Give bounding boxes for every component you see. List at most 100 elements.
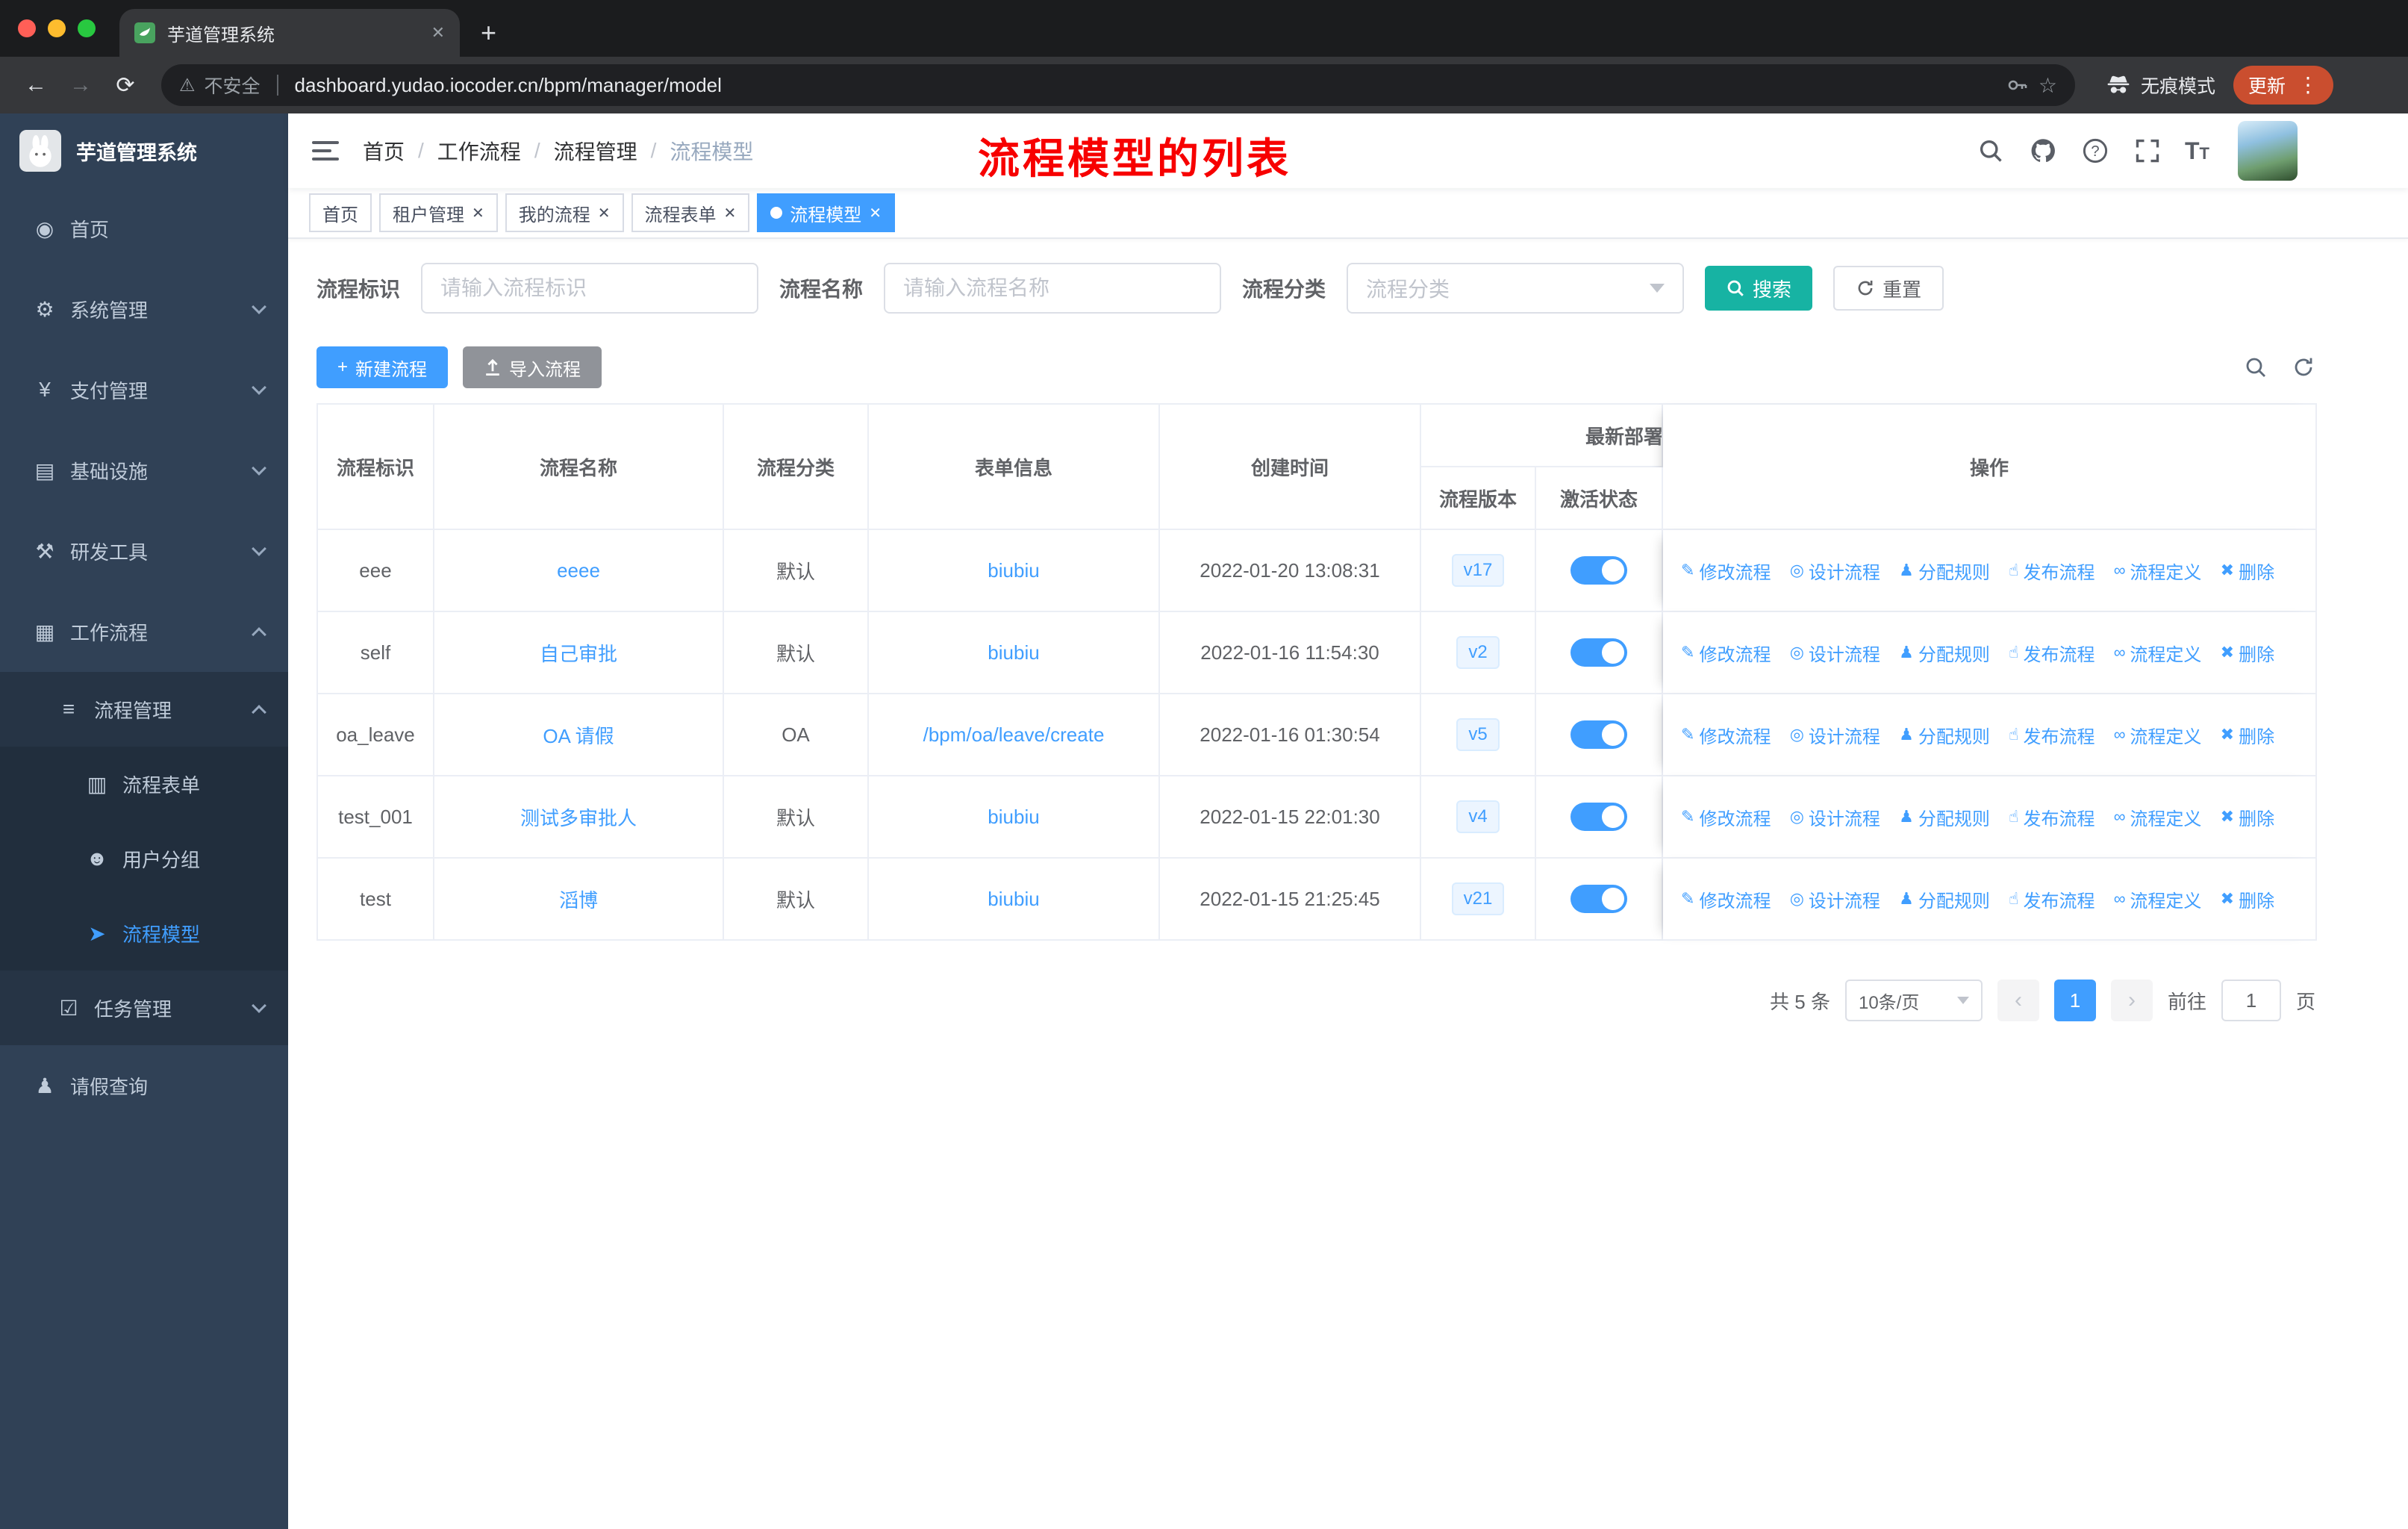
status-toggle[interactable]: [1570, 720, 1627, 749]
help-icon[interactable]: ?: [2080, 136, 2110, 166]
sidebar-item-leave-query[interactable]: ♟ 请假查询: [0, 1045, 288, 1126]
modify-process-link[interactable]: ✎ 修改流程: [1681, 558, 1771, 584]
process-name-input[interactable]: [884, 263, 1222, 314]
prev-page-button[interactable]: ‹: [1997, 980, 2039, 1021]
browser-menu-icon[interactable]: ⋮: [2298, 75, 2318, 96]
sidebar-item-workflow[interactable]: ▦ 工作流程: [0, 591, 288, 672]
close-icon[interactable]: ✕: [472, 204, 484, 222]
form-info-link[interactable]: biubiu: [988, 806, 1039, 828]
github-icon[interactable]: [2028, 136, 2058, 166]
process-name-link[interactable]: 自己审批: [540, 643, 617, 665]
publish-process-link[interactable]: ☝ 发布流程: [2009, 558, 2094, 584]
assign-rule-link[interactable]: ♟ 分配规则: [1899, 558, 1990, 584]
form-info-link[interactable]: biubiu: [988, 559, 1039, 582]
sidebar-item-system-management[interactable]: ⚙ 系统管理: [0, 269, 288, 349]
sidebar-item-process-form[interactable]: ▥ 流程表单: [0, 747, 288, 821]
window-minimize-button[interactable]: [48, 19, 66, 37]
sidebar-item-payment-management[interactable]: ¥ 支付管理: [0, 349, 288, 430]
tag-tenant-management[interactable]: 租户管理 ✕: [379, 193, 498, 232]
form-info-link[interactable]: /bpm/oa/leave/create: [923, 723, 1105, 746]
update-button[interactable]: 更新 ⋮: [2233, 66, 2333, 105]
category-select[interactable]: 流程分类: [1347, 263, 1685, 314]
close-icon[interactable]: ✕: [598, 204, 611, 222]
process-name-link[interactable]: OA 请假: [543, 725, 614, 747]
search-button[interactable]: 搜索: [1705, 266, 1813, 311]
delete-link[interactable]: ✖ 删除: [2221, 640, 2274, 666]
bookmark-star-icon[interactable]: ☆: [2039, 73, 2057, 98]
sidebar-item-home[interactable]: ◉ 首页: [0, 188, 288, 269]
publish-process-link[interactable]: ☝ 发布流程: [2009, 722, 2094, 748]
delete-link[interactable]: ✖ 删除: [2221, 558, 2274, 584]
reload-button[interactable]: ⟳: [105, 64, 146, 106]
new-tab-button[interactable]: +: [481, 19, 496, 46]
avatar[interactable]: [2238, 121, 2298, 181]
sidebar-item-process-management[interactable]: ≡ 流程管理: [0, 672, 288, 747]
breadcrumb-home[interactable]: 首页: [363, 136, 405, 166]
modify-process-link[interactable]: ✎ 修改流程: [1681, 722, 1771, 748]
process-name-link[interactable]: 滔博: [559, 889, 598, 912]
tag-my-process[interactable]: 我的流程 ✕: [505, 193, 624, 232]
form-info-link[interactable]: biubiu: [988, 888, 1039, 910]
back-button[interactable]: ←: [15, 64, 57, 106]
modify-process-link[interactable]: ✎ 修改流程: [1681, 640, 1771, 666]
publish-process-link[interactable]: ☝ 发布流程: [2009, 804, 2094, 830]
design-process-link[interactable]: ◎ 设计流程: [1790, 804, 1880, 830]
sidebar-item-user-group[interactable]: ☻ 用户分组: [0, 821, 288, 896]
import-process-button[interactable]: 导入流程: [463, 346, 602, 388]
delete-link[interactable]: ✖ 删除: [2221, 886, 2274, 912]
window-zoom-button[interactable]: [78, 19, 96, 37]
assign-rule-link[interactable]: ♟ 分配规则: [1899, 640, 1990, 666]
process-name-link[interactable]: eeee: [557, 559, 600, 582]
process-definition-link[interactable]: ∞ 流程定义: [2114, 804, 2202, 830]
delete-link[interactable]: ✖ 删除: [2221, 722, 2274, 748]
publish-process-link[interactable]: ☝ 发布流程: [2009, 640, 2094, 666]
modify-process-link[interactable]: ✎ 修改流程: [1681, 804, 1771, 830]
process-name-link[interactable]: 测试多审批人: [520, 807, 637, 829]
page-size-select[interactable]: 10条/页: [1844, 980, 1983, 1021]
assign-rule-link[interactable]: ♟ 分配规则: [1899, 886, 1990, 912]
close-icon[interactable]: ✕: [869, 204, 882, 222]
publish-process-link[interactable]: ☝ 发布流程: [2009, 886, 2094, 912]
browser-tab[interactable]: 芋道管理系统 ✕: [119, 9, 460, 57]
address-bar[interactable]: ⚠ 不安全 dashboard.yudao.iocoder.cn/bpm/man…: [161, 64, 2075, 106]
process-definition-link[interactable]: ∞ 流程定义: [2114, 558, 2202, 584]
assign-rule-link[interactable]: ♟ 分配规则: [1899, 722, 1990, 748]
tag-process-form[interactable]: 流程表单 ✕: [631, 193, 750, 232]
process-key-input[interactable]: [421, 263, 759, 314]
breadcrumb-workflow[interactable]: 工作流程: [437, 136, 521, 166]
sidebar-logo[interactable]: 芋道管理系统: [0, 113, 288, 188]
sidebar-item-infrastructure[interactable]: ▤ 基础设施: [0, 430, 288, 511]
refresh-table-icon[interactable]: [2292, 355, 2315, 379]
form-info-link[interactable]: biubiu: [988, 641, 1039, 664]
tab-close-icon[interactable]: ✕: [431, 23, 445, 43]
search-toggle-icon[interactable]: [2244, 355, 2268, 379]
process-definition-link[interactable]: ∞ 流程定义: [2114, 640, 2202, 666]
security-label[interactable]: 不安全: [205, 72, 261, 99]
design-process-link[interactable]: ◎ 设计流程: [1790, 722, 1880, 748]
create-process-button[interactable]: + 新建流程: [316, 346, 449, 388]
status-toggle[interactable]: [1570, 556, 1627, 585]
modify-process-link[interactable]: ✎ 修改流程: [1681, 886, 1771, 912]
search-icon[interactable]: [1976, 136, 2006, 166]
design-process-link[interactable]: ◎ 设计流程: [1790, 640, 1880, 666]
sidebar-item-process-model[interactable]: ➤ 流程模型: [0, 896, 288, 971]
window-close-button[interactable]: [18, 19, 36, 37]
hamburger-icon[interactable]: [312, 141, 339, 161]
close-icon[interactable]: ✕: [724, 204, 737, 222]
design-process-link[interactable]: ◎ 设计流程: [1790, 558, 1880, 584]
tag-home[interactable]: 首页: [309, 193, 372, 232]
status-toggle[interactable]: [1570, 803, 1627, 831]
font-size-icon[interactable]: TT: [2185, 137, 2209, 165]
status-toggle[interactable]: [1570, 638, 1627, 667]
password-key-icon[interactable]: [2006, 73, 2030, 97]
tag-process-model[interactable]: 流程模型 ✕: [757, 193, 896, 232]
status-toggle[interactable]: [1570, 885, 1627, 913]
breadcrumb-process-management[interactable]: 流程管理: [554, 136, 637, 166]
delete-link[interactable]: ✖ 删除: [2221, 804, 2274, 830]
design-process-link[interactable]: ◎ 设计流程: [1790, 886, 1880, 912]
reset-button[interactable]: 重置: [1833, 266, 1944, 311]
process-definition-link[interactable]: ∞ 流程定义: [2114, 722, 2202, 748]
page-1-button[interactable]: 1: [2053, 980, 2096, 1021]
assign-rule-link[interactable]: ♟ 分配规则: [1899, 804, 1990, 830]
forward-button[interactable]: →: [60, 64, 102, 106]
